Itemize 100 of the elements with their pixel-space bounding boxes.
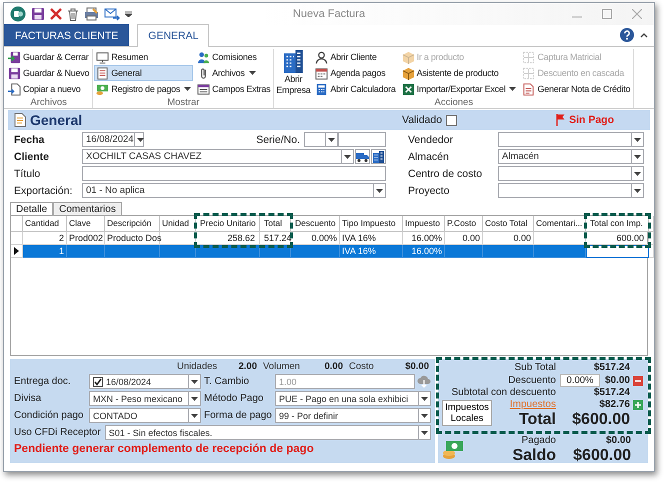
trash-icon[interactable] xyxy=(67,8,79,20)
ribbon-button[interactable]: Comisiones xyxy=(195,49,272,65)
grid-icon xyxy=(522,50,536,64)
column-header[interactable]: Descuento xyxy=(291,216,340,232)
ribbon-button[interactable]: Agenda pagos xyxy=(313,65,398,81)
ribbon-button[interactable]: Campos Extras xyxy=(195,81,272,97)
building-button[interactable] xyxy=(371,149,386,164)
caret-icon xyxy=(248,71,256,75)
date-field[interactable]: 16/08/2024 xyxy=(89,374,201,389)
tab[interactable]: Detalle xyxy=(10,202,54,216)
ribbon-button[interactable]: Abrir Calculadora xyxy=(313,81,398,97)
summary-label: Costo xyxy=(348,360,375,372)
field-label: Centro de costo xyxy=(408,168,484,180)
banknote-icon xyxy=(96,82,110,96)
column-header[interactable]: Descripción xyxy=(105,216,160,232)
field-label: Condición pago xyxy=(14,410,84,421)
minus-icon[interactable] xyxy=(633,376,643,386)
field-label: Exportación: xyxy=(14,184,74,196)
dropdown-field[interactable]: CONTADO xyxy=(89,408,201,423)
column-header[interactable]: Tipo Impuesto xyxy=(340,216,403,232)
dropdown-field[interactable] xyxy=(304,132,338,147)
list-icon xyxy=(197,82,210,96)
column-header[interactable]: Impuesto xyxy=(403,216,445,232)
column-header[interactable]: Unidad xyxy=(160,216,196,232)
dropdown-field[interactable] xyxy=(498,132,644,147)
field-label: Divisa xyxy=(14,393,42,404)
text-field[interactable] xyxy=(338,132,386,147)
caret-icon xyxy=(376,188,383,192)
form-icon xyxy=(96,66,110,80)
table-cell: IVA 16% xyxy=(340,245,403,258)
row-pointer-icon xyxy=(14,247,19,255)
calendar-icon xyxy=(315,66,328,80)
ribbon-button[interactable]: Guardar & Cerrar xyxy=(6,49,92,65)
field-label: Almacén xyxy=(408,150,450,162)
caret-icon xyxy=(421,396,428,400)
ribbon-button[interactable]: Abrir Empresa xyxy=(275,49,312,97)
dropdown-field[interactable]: MXN - Peso mexicano xyxy=(89,391,201,406)
text-field[interactable] xyxy=(82,166,386,181)
truck-button[interactable] xyxy=(355,149,370,164)
caret-icon xyxy=(328,138,335,142)
column-header[interactable]: Comentari... xyxy=(534,216,586,232)
caret-icon xyxy=(421,414,428,418)
ribbon-button[interactable]: Guardar & Nuevo xyxy=(6,65,92,81)
dropdown-field[interactable]: 99 - Por definir xyxy=(275,408,431,423)
field-label: Uso CFDi Receptor xyxy=(14,427,101,438)
caret-icon[interactable] xyxy=(125,11,132,17)
dropdown-field[interactable] xyxy=(498,166,644,181)
checkbox[interactable] xyxy=(93,376,103,386)
date-field[interactable]: 16/08/2024 xyxy=(82,132,144,147)
ribbon-button[interactable]: Generar Nota de Crédito xyxy=(520,81,632,97)
ribbon-button[interactable]: Importar/Exportar Excel xyxy=(400,81,518,97)
total-value: $82.76 xyxy=(598,399,631,411)
tab[interactable]: Comentarios xyxy=(53,202,122,215)
summary-label: Unidades xyxy=(176,360,218,372)
column-header[interactable]: Cantidad xyxy=(23,216,67,232)
truck-icon xyxy=(356,152,369,162)
plus-icon[interactable] xyxy=(633,400,643,410)
box-icon xyxy=(402,50,415,64)
ribbon-button[interactable]: Registro de pagos xyxy=(94,81,194,97)
caret-icon xyxy=(136,138,144,142)
help-icon[interactable] xyxy=(620,28,634,42)
ribbon-button[interactable]: General xyxy=(94,65,194,81)
ribbon-button[interactable]: Abrir Cliente xyxy=(313,49,398,65)
caret-icon xyxy=(634,172,641,176)
field-label: Título xyxy=(14,168,42,180)
monitor-icon xyxy=(96,50,110,64)
checkbox-label: Validado xyxy=(402,114,442,126)
dropdown-field[interactable]: PUE - Pago en una sola exhibici xyxy=(275,391,431,406)
total-value: $0.00 xyxy=(604,374,631,386)
column-header[interactable]: Costo Total xyxy=(483,216,534,232)
field-label: Forma de pago xyxy=(204,410,272,421)
checkbox[interactable] xyxy=(446,114,458,126)
table-cell: 16.00% xyxy=(403,245,445,258)
ribbon-tab[interactable]: FACTURAS CLIENTE xyxy=(4,24,130,46)
column-header[interactable]: Total con Imp. xyxy=(586,216,649,232)
total-label: Sub Total xyxy=(513,362,556,374)
column-header[interactable]: Total xyxy=(260,216,291,232)
close-icon[interactable] xyxy=(50,8,62,20)
box-icon xyxy=(402,66,415,80)
caret-icon xyxy=(634,154,641,158)
ribbon-tab[interactable]: GENERAL xyxy=(137,24,210,47)
ribbon-button[interactable]: Copiar a nuevo xyxy=(6,81,92,97)
ribbon-button[interactable]: Asistente de producto xyxy=(400,65,518,81)
ribbon-button[interactable]: Archivos xyxy=(195,65,272,81)
column-header[interactable]: Clave xyxy=(67,216,105,232)
column-header[interactable]: P.Costo xyxy=(445,216,483,232)
envelope-icon[interactable] xyxy=(104,7,120,21)
discount-field[interactable]: 0.00% xyxy=(560,374,600,387)
column-header[interactable]: Precio Unitario xyxy=(196,216,260,232)
summary-value: 2.00 xyxy=(238,360,257,372)
dropdown-field[interactable]: XOCHILT CASAS CHAVEZ xyxy=(82,149,354,164)
dropdown-field[interactable]: Almacén xyxy=(498,149,644,164)
cloud-download-icon[interactable] xyxy=(417,375,431,388)
dropdown-field[interactable]: 01 - No aplica xyxy=(82,183,386,198)
printer-icon[interactable] xyxy=(84,7,99,21)
dropdown-field[interactable] xyxy=(498,183,644,198)
local-taxes-button[interactable]: Impuestos Locales xyxy=(442,400,492,426)
dropdown-field[interactable]: S01 - Sin efectos fiscales. xyxy=(104,425,431,440)
ribbon-button[interactable]: Resumen xyxy=(94,49,194,65)
collapse-icon[interactable] xyxy=(640,32,648,38)
